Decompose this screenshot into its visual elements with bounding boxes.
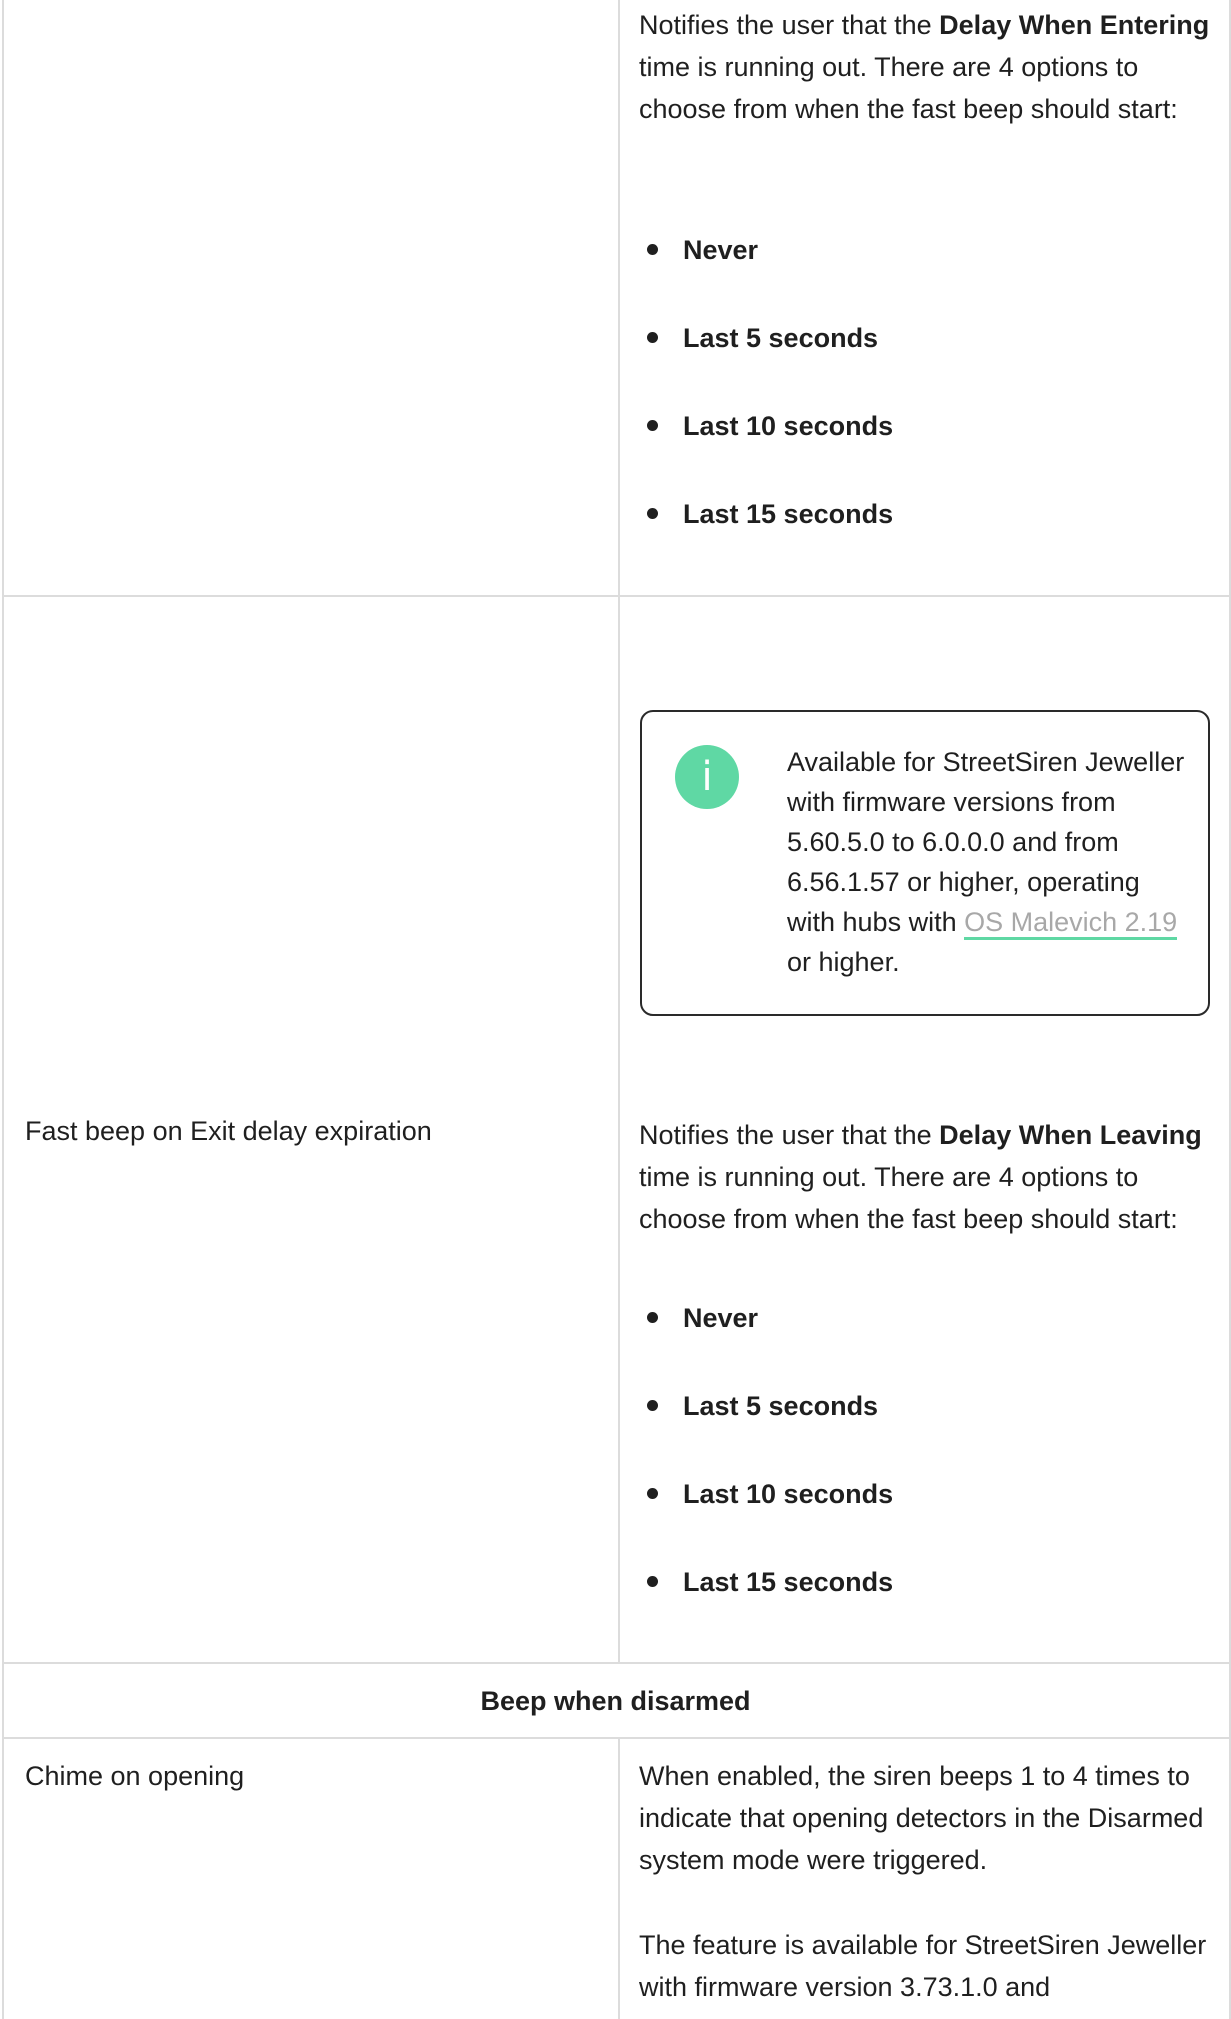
list-item: Never <box>639 229 893 271</box>
leaving-delay-description: Notifies the user that the Delay When Le… <box>639 1114 1214 1240</box>
list-item: Last 5 seconds <box>639 317 893 359</box>
info-icon: i <box>675 745 739 809</box>
setting-name-fast-beep-exit: Fast beep on Exit delay expiration <box>25 1116 432 1146</box>
description-text: Notifies the user that the <box>639 10 940 40</box>
bullet-icon <box>647 1488 658 1499</box>
info-note: i Available for StreetSiren Jeweller wit… <box>640 710 1210 1016</box>
bullet-icon <box>647 1312 658 1323</box>
delay-when-leaving-term: Delay When Leaving <box>939 1120 1202 1150</box>
note-text: Available for StreetSiren Jeweller with … <box>787 747 1185 977</box>
list-item: Never <box>639 1297 893 1339</box>
list-item: Last 5 seconds <box>639 1385 893 1427</box>
row-divider <box>2 1737 1231 1739</box>
bullet-icon <box>647 508 658 519</box>
setting-name-chime-on-opening: Chime on opening <box>25 1761 245 1791</box>
bullet-icon <box>647 420 658 431</box>
os-malevich-link[interactable]: OS Malevich 2.19 <box>964 907 1178 940</box>
list-item: Last 10 seconds <box>639 405 893 447</box>
list-item: Last 15 seconds <box>639 1561 893 1603</box>
bullet-icon <box>647 332 658 343</box>
section-header-beep-when-disarmed: Beep when disarmed <box>480 1686 751 1716</box>
table-column-divider-lower <box>618 1739 620 2019</box>
row-divider <box>2 1662 1231 1664</box>
paragraph: The feature is available for StreetSiren… <box>639 1930 1207 2002</box>
entering-options-list: Never Last 5 seconds Last 10 seconds Las… <box>639 229 893 535</box>
bullet-icon <box>647 244 658 255</box>
settings-table: Notifies the user that the Delay When En… <box>0 0 1231 2019</box>
description-text: time is running out. There are 4 options… <box>639 52 1178 124</box>
list-item: Last 15 seconds <box>639 493 893 535</box>
delay-when-entering-term: Delay When Entering <box>939 10 1210 40</box>
leaving-options-list: Never Last 5 seconds Last 10 seconds Las… <box>639 1297 893 1603</box>
entering-delay-description: Notifies the user that the Delay When En… <box>639 4 1214 130</box>
chime-description: When enabled, the siren beeps 1 to 4 tim… <box>639 1755 1214 2008</box>
description-text: time is running out. There are 4 options… <box>639 1162 1178 1234</box>
list-item: Last 10 seconds <box>639 1473 893 1515</box>
table-column-divider <box>618 0 620 1664</box>
bullet-icon <box>647 1400 658 1411</box>
row-divider <box>2 595 1231 597</box>
paragraph: When enabled, the siren beeps 1 to 4 tim… <box>639 1761 1204 1875</box>
description-text: Notifies the user that the <box>639 1120 940 1150</box>
bullet-icon <box>647 1576 658 1587</box>
